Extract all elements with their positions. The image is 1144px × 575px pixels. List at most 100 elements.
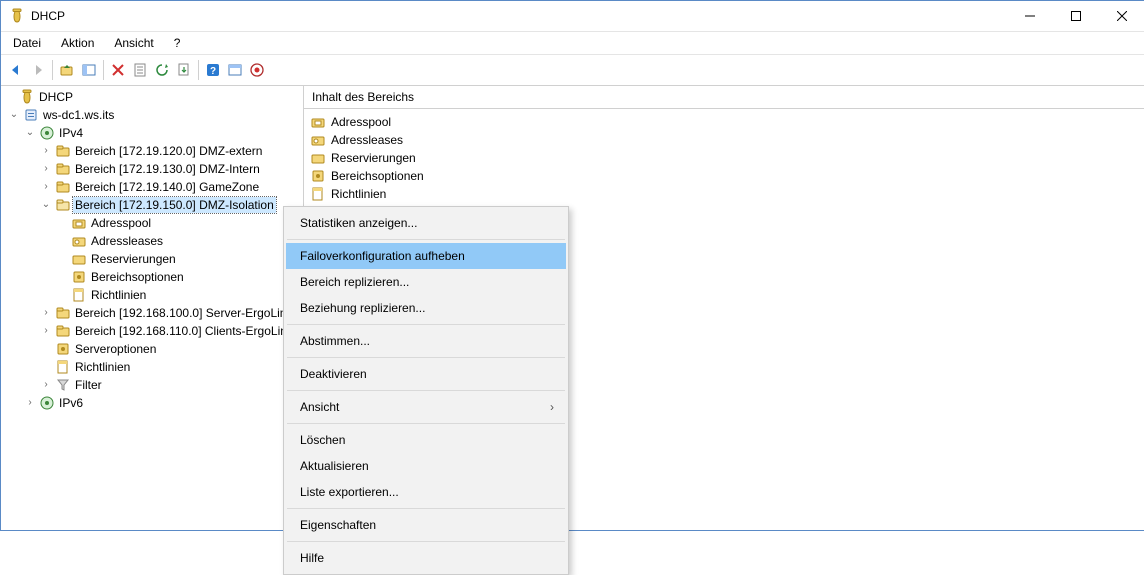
context-menu-separator <box>287 541 565 542</box>
expand-down-icon[interactable]: ⌄ <box>23 128 37 138</box>
filter-icon <box>55 377 71 393</box>
dhcp-mmc-window: DHCP Datei Aktion Ansicht ? <box>0 0 1144 531</box>
list-item-adresspool[interactable]: Adresspool <box>308 113 1141 131</box>
export-list-button[interactable] <box>173 59 195 81</box>
expand-right-icon[interactable]: › <box>39 146 53 156</box>
policies-icon <box>310 186 326 202</box>
tree-serveroptionen[interactable]: Serveroptionen <box>1 340 303 358</box>
help-button[interactable]: ? <box>202 59 224 81</box>
tree-label: Reservierungen <box>89 251 178 267</box>
properties-button[interactable] <box>129 59 151 81</box>
tree-label: ws-dc1.ws.its <box>41 107 116 123</box>
tree-adressleases[interactable]: Adressleases <box>1 232 303 250</box>
list-item-label: Reservierungen <box>331 151 416 165</box>
window-system-buttons <box>1007 1 1144 31</box>
ctx-aktualisieren[interactable]: Aktualisieren <box>286 453 566 479</box>
list-item-label: Bereichsoptionen <box>331 169 424 183</box>
ctx-loeschen[interactable]: Löschen <box>286 427 566 453</box>
tree-label: Richtlinien <box>73 359 132 375</box>
context-menu-separator <box>287 508 565 509</box>
chevron-right-icon: › <box>550 400 554 414</box>
menu-help[interactable]: ? <box>166 34 189 52</box>
maximize-button[interactable] <box>1053 1 1099 31</box>
tree-scope-server-ergo[interactable]: › Bereich [192.168.100.0] Server-ErgoLin… <box>1 304 303 322</box>
delete-button[interactable] <box>107 59 129 81</box>
tree-reservierungen[interactable]: Reservierungen <box>1 250 303 268</box>
menu-ansicht[interactable]: Ansicht <box>106 34 161 52</box>
expand-right-icon[interactable]: › <box>23 398 37 408</box>
tree-label: Bereich [192.168.110.0] Clients-ErgoLine <box>73 323 296 339</box>
tree-filter[interactable]: › Filter <box>1 376 303 394</box>
expand-right-icon[interactable]: › <box>39 182 53 192</box>
folder-icon <box>55 179 71 195</box>
details-header: Inhalt des Bereichs <box>304 86 1144 109</box>
folder-icon <box>55 143 71 159</box>
tree-richtlinien-scope[interactable]: Richtlinien <box>1 286 303 304</box>
tree-server[interactable]: ⌄ ws-dc1.ws.its <box>1 106 303 124</box>
menu-aktion[interactable]: Aktion <box>53 34 102 52</box>
list-item-adressleases[interactable]: Adressleases <box>308 131 1141 149</box>
scope-tree[interactable]: DHCP ⌄ ws-dc1.ws.its ⌄ IPv4 › Bereich [1 <box>1 86 304 530</box>
ctx-deaktivieren[interactable]: Deaktivieren <box>286 361 566 387</box>
tree-scope-gamezone[interactable]: › Bereich [172.19.140.0] GameZone <box>1 178 303 196</box>
scope-options-icon <box>310 168 326 184</box>
pool-icon <box>71 215 87 231</box>
list-item-reservierungen[interactable]: Reservierungen <box>308 149 1141 167</box>
refresh-button[interactable] <box>151 59 173 81</box>
ctx-bereich-replizieren[interactable]: Bereich replizieren... <box>286 269 566 295</box>
expand-right-icon[interactable]: › <box>39 308 53 318</box>
tree-scope-dmz-isolation[interactable]: ⌄ Bereich [172.19.150.0] DMZ-Isolation <box>1 196 303 214</box>
tree-adresspool[interactable]: Adresspool <box>1 214 303 232</box>
scope-options-icon <box>71 269 87 285</box>
ctx-eigenschaften[interactable]: Eigenschaften <box>286 512 566 538</box>
folder-icon <box>55 323 71 339</box>
tree-root-dhcp[interactable]: DHCP <box>1 88 303 106</box>
expand-right-icon[interactable]: › <box>39 164 53 174</box>
tree-label: Bereich [172.19.140.0] GameZone <box>73 179 261 195</box>
ctx-abstimmen[interactable]: Abstimmen... <box>286 328 566 354</box>
leases-icon <box>310 132 326 148</box>
ctx-liste-exportieren[interactable]: Liste exportieren... <box>286 479 566 505</box>
tree-label: Serveroptionen <box>73 341 158 357</box>
list-item-bereichsoptionen[interactable]: Bereichsoptionen <box>308 167 1141 185</box>
folder-icon <box>55 161 71 177</box>
context-menu-separator <box>287 239 565 240</box>
expand-right-icon[interactable]: › <box>39 326 53 336</box>
tree-ipv6[interactable]: › IPv6 <box>1 394 303 412</box>
forward-button[interactable] <box>27 59 49 81</box>
ctx-beziehung-replizieren[interactable]: Beziehung replizieren... <box>286 295 566 321</box>
back-button[interactable] <box>5 59 27 81</box>
leases-icon <box>71 233 87 249</box>
expand-right-icon[interactable]: › <box>39 380 53 390</box>
tree-scope-clients-ergo[interactable]: › Bereich [192.168.110.0] Clients-ErgoLi… <box>1 322 303 340</box>
dhcp-action2-button[interactable] <box>246 59 268 81</box>
up-button[interactable] <box>56 59 78 81</box>
close-button[interactable] <box>1099 1 1144 31</box>
tree-ipv4[interactable]: ⌄ IPv4 <box>1 124 303 142</box>
toolbar-separator <box>198 60 199 80</box>
tree-scope-dmz-intern[interactable]: › Bereich [172.19.130.0] DMZ-Intern <box>1 160 303 178</box>
minimize-button[interactable] <box>1007 1 1053 31</box>
ctx-statistiken[interactable]: Statistiken anzeigen... <box>286 210 566 236</box>
expand-down-icon[interactable]: ⌄ <box>7 110 21 120</box>
policies-icon <box>55 359 71 375</box>
tree-label: IPv4 <box>57 125 85 141</box>
dhcp-action1-button[interactable] <box>224 59 246 81</box>
ipv6-icon <box>39 395 55 411</box>
tree-label: Bereich [192.168.100.0] Server-ErgoLine <box>73 305 295 321</box>
tree-richtlinien[interactable]: Richtlinien <box>1 358 303 376</box>
ctx-hilfe[interactable]: Hilfe <box>286 545 566 571</box>
server-options-icon <box>55 341 71 357</box>
reservations-icon <box>71 251 87 267</box>
ctx-failover-aufheben[interactable]: Failoverkonfiguration aufheben <box>286 243 566 269</box>
expand-down-icon[interactable]: ⌄ <box>39 200 53 210</box>
tree-bereichsoptionen[interactable]: Bereichsoptionen <box>1 268 303 286</box>
ctx-ansicht[interactable]: Ansicht› <box>286 394 566 420</box>
tree-label: IPv6 <box>57 395 85 411</box>
ipv4-icon <box>39 125 55 141</box>
server-icon <box>23 107 39 123</box>
show-hide-tree-button[interactable] <box>78 59 100 81</box>
menu-datei[interactable]: Datei <box>5 34 49 52</box>
tree-scope-dmz-extern[interactable]: › Bereich [172.19.120.0] DMZ-extern <box>1 142 303 160</box>
list-item-richtlinien[interactable]: Richtlinien <box>308 185 1141 203</box>
